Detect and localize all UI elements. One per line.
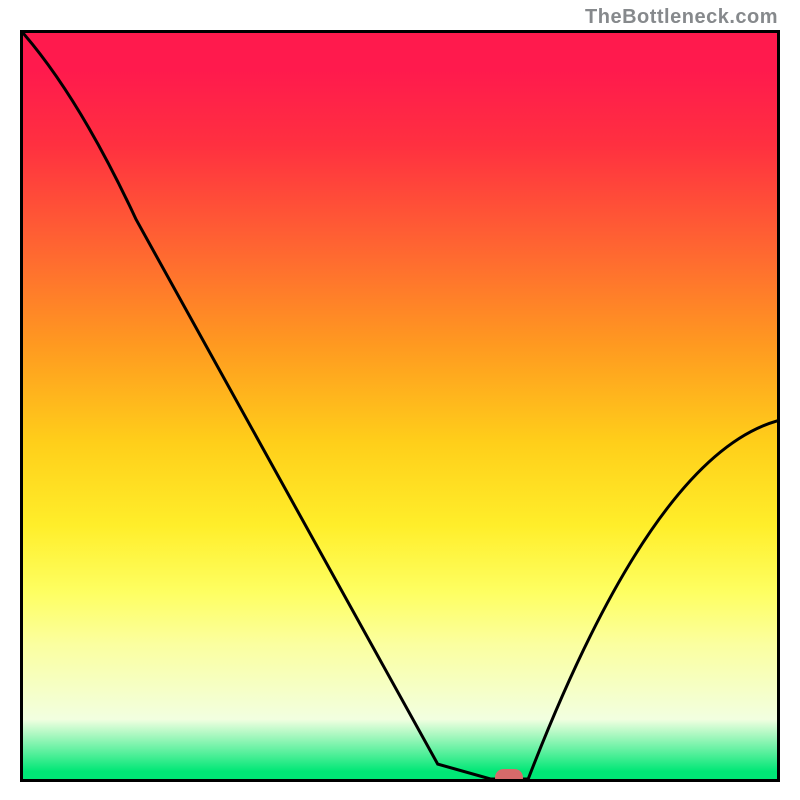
chart-frame — [20, 30, 780, 782]
optimal-point-marker — [495, 769, 523, 782]
bottleneck-curve-path — [23, 33, 777, 779]
watermark: TheBottleneck.com — [585, 6, 778, 29]
chart-curve — [23, 33, 777, 779]
